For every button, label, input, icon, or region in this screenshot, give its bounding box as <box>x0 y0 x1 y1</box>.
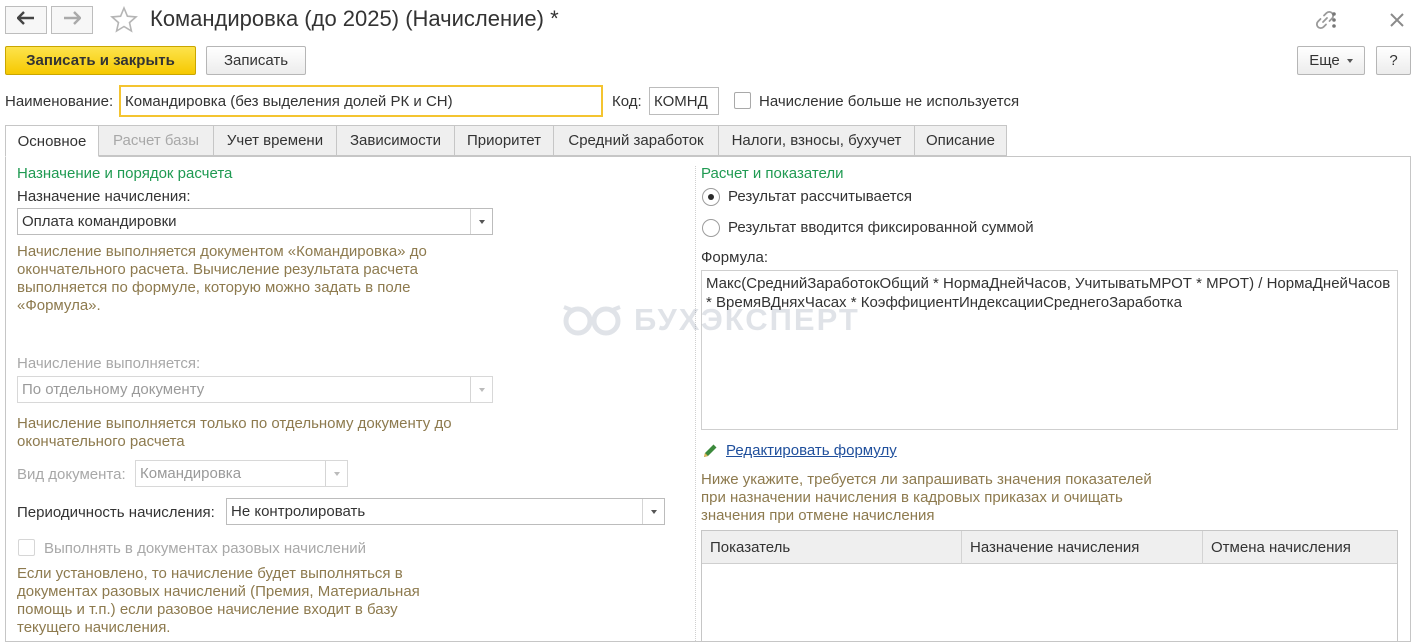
purpose-select[interactable]: Оплата командировки <box>17 208 493 235</box>
name-input[interactable]: Командировка (без выделения долей РК и С… <box>119 85 603 117</box>
help-button[interactable]: ? <box>1376 46 1411 75</box>
save-and-close-button[interactable]: Записать и закрыть <box>5 46 196 75</box>
radio-fixed[interactable] <box>702 219 720 237</box>
formula-label: Формула: <box>701 249 769 266</box>
one-time-checkbox <box>18 539 35 556</box>
chevron-down-icon <box>650 509 657 514</box>
more-button[interactable]: Еще <box>1297 46 1365 75</box>
column-header-assignment[interactable]: Назначение начисления <box>962 531 1203 564</box>
doc-type-label: Вид документа: <box>17 466 126 483</box>
tab-main[interactable]: Основное <box>5 125 99 157</box>
arrow-right-icon <box>63 11 82 29</box>
tab-dependencies[interactable]: Зависимости <box>336 125 455 156</box>
chevron-down-icon <box>333 471 340 476</box>
arrow-left-icon <box>16 11 35 29</box>
code-input[interactable]: КОМНД <box>649 87 719 115</box>
edit-formula-link[interactable]: Редактировать формулу <box>726 442 897 459</box>
periodicity-dropdown-button[interactable] <box>642 499 664 524</box>
more-vertical-icon[interactable] <box>1322 10 1346 30</box>
column-divider <box>695 166 697 641</box>
periodicity-label: Периодичность начисления: <box>17 504 215 521</box>
name-label: Наименование: <box>5 93 114 110</box>
purpose-hint: Начисление выполняется документом «Коман… <box>17 243 427 314</box>
indicators-table[interactable]: Показатель Назначение начисления Отмена … <box>701 530 1398 642</box>
more-button-label: Еще <box>1309 52 1340 69</box>
performed-label: Начисление выполняется: <box>17 355 201 372</box>
tab-average-earnings[interactable]: Средний заработок <box>553 125 719 156</box>
radio-fixed-label: Результат вводится фиксированной суммой <box>728 219 1034 236</box>
doc-type-value: Командировка <box>140 465 242 482</box>
performed-hint: Начисление выполняется только по отдельн… <box>17 415 452 450</box>
radio-selected-dot <box>708 194 714 200</box>
tab-description[interactable]: Описание <box>914 125 1007 156</box>
performed-value: По отдельному документу <box>22 381 205 398</box>
radio-calculated[interactable] <box>702 188 720 206</box>
performed-dropdown-button <box>470 377 492 402</box>
window-title: Командировка (до 2025) (Начисление) * <box>150 6 559 31</box>
performed-select: По отдельному документу <box>17 376 493 403</box>
forward-button[interactable] <box>51 6 93 34</box>
not-used-checkbox[interactable] <box>734 92 751 109</box>
chevron-down-icon <box>478 219 485 224</box>
close-icon[interactable] <box>1385 10 1409 30</box>
chevron-down-icon <box>478 387 485 392</box>
favorite-star-icon[interactable] <box>110 5 138 38</box>
tab-base-calculation[interactable]: Расчет базы <box>98 125 214 156</box>
doc-type-dropdown-button <box>325 461 347 486</box>
pencil-icon <box>702 442 719 463</box>
column-header-indicator[interactable]: Показатель <box>702 531 962 564</box>
radio-calculated-label: Результат рассчитывается <box>728 188 913 205</box>
tab-priority[interactable]: Приоритет <box>454 125 554 156</box>
left-section-title: Назначение и порядок расчета <box>17 165 233 182</box>
right-section-title: Расчет и показатели <box>701 165 844 182</box>
formula-textarea[interactable]: Макс(СреднийЗаработокОбщий * НормаДнейЧа… <box>701 270 1398 430</box>
indicators-hint: Ниже укажите, требуется ли запрашивать з… <box>701 471 1152 524</box>
purpose-value: Оплата командировки <box>22 213 177 230</box>
table-header: Показатель Назначение начисления Отмена … <box>702 531 1397 564</box>
tab-time-accounting[interactable]: Учет времени <box>213 125 337 156</box>
doc-type-select: Командировка <box>135 460 348 487</box>
periodicity-value: Не контролировать <box>231 503 366 520</box>
purpose-dropdown-button[interactable] <box>470 209 492 234</box>
one-time-hint: Если установлено, то начисление будет вы… <box>17 565 420 636</box>
save-button[interactable]: Записать <box>206 46 306 75</box>
one-time-label: Выполнять в документах разовых начислени… <box>44 540 366 557</box>
purpose-label: Назначение начисления: <box>17 188 191 205</box>
periodicity-select[interactable]: Не контролировать <box>226 498 665 525</box>
column-header-cancellation[interactable]: Отмена начисления <box>1203 531 1398 564</box>
code-label: Код: <box>612 93 642 110</box>
back-button[interactable] <box>5 6 47 34</box>
chevron-down-icon <box>1346 58 1353 63</box>
not-used-label: Начисление больше не используется <box>759 93 1020 110</box>
tab-taxes[interactable]: Налоги, взносы, бухучет <box>718 125 915 156</box>
